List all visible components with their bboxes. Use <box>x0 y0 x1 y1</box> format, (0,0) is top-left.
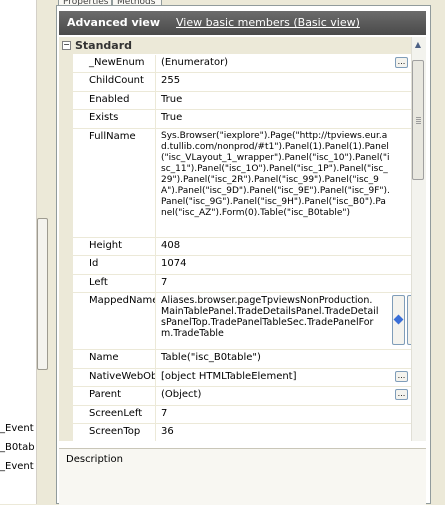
property-row-name[interactable]: Name Table("isc_B0table") <box>73 350 411 369</box>
property-value: True <box>161 94 183 105</box>
property-name: Left <box>73 275 156 292</box>
property-value: [object HTMLTableElement] <box>161 371 297 382</box>
property-value: True <box>161 112 183 123</box>
collapse-icon[interactable]: − <box>62 41 71 50</box>
property-name: Exists <box>73 110 156 128</box>
map-object-button[interactable] <box>392 295 405 345</box>
property-row-enabled[interactable]: Enabled True <box>73 92 411 110</box>
property-row-childcount[interactable]: ChildCount 255 <box>73 73 411 92</box>
category-row-standard[interactable]: − Standard <box>59 37 411 54</box>
property-row-parent[interactable]: Parent (Object) ... <box>73 387 411 406</box>
advanced-view-title: Advanced view <box>67 16 161 29</box>
property-value: Sys.Browser("iexplore").Page("http://tpv… <box>161 131 390 218</box>
property-row-nativewebobject[interactable]: NativeWebOb: [object HTMLTableElement] .… <box>73 369 411 387</box>
description-panel: Description <box>59 448 426 505</box>
property-name: ScreenTop <box>73 424 156 441</box>
left-panel: _Event _B0tab _Event <box>0 0 36 504</box>
property-row-mappedname[interactable]: MappedName Aliases.browser.pageTpviewsNo… <box>73 293 411 350</box>
property-value: (Enumerator) <box>161 57 229 68</box>
advanced-view-header: Advanced view View basic members (Basic … <box>59 11 426 35</box>
property-value: Aliases.browser.pageTpviewsNonProduction… <box>161 295 379 339</box>
property-value: 408 <box>161 240 181 251</box>
property-name: Enabled <box>73 92 156 109</box>
property-name: NativeWebOb: <box>73 369 156 386</box>
property-name: MappedName <box>73 293 156 349</box>
grid-gutter <box>59 54 73 441</box>
diamond-icon <box>393 314 404 325</box>
property-value: 36 <box>161 426 174 437</box>
property-row-id[interactable]: Id 1074 <box>73 256 411 275</box>
property-name: Parent <box>73 387 156 405</box>
property-value: Table("isc_B0table") <box>161 352 261 363</box>
property-name: Name <box>73 350 156 368</box>
grid-scrollbar-thumb[interactable] <box>412 60 424 180</box>
property-grid: − Standard _NewEnum (Enumerator) ... Chi… <box>59 37 411 441</box>
property-name: ScreenLeft <box>73 406 156 423</box>
property-row-height[interactable]: Height 408 <box>73 238 411 256</box>
property-row-fullname[interactable]: FullName Sys.Browser("iexplore").Page("h… <box>73 129 411 238</box>
category-label: Standard <box>75 39 133 52</box>
property-value: 255 <box>161 75 181 86</box>
property-row-screenleft[interactable]: ScreenLeft 7 <box>73 406 411 424</box>
left-text-line: _B0tab <box>0 442 35 453</box>
property-row-newenum[interactable]: _NewEnum (Enumerator) ... <box>73 55 411 73</box>
property-name: FullName <box>73 129 156 237</box>
description-label: Description <box>66 454 123 465</box>
window-edge <box>431 0 445 504</box>
property-row-exists[interactable]: Exists True <box>73 110 411 129</box>
property-name: _NewEnum <box>73 55 156 72</box>
property-name: Id <box>73 256 156 274</box>
ellipsis-button[interactable]: ... <box>395 371 408 382</box>
property-name: Height <box>73 238 156 255</box>
property-value: 7 <box>161 408 168 419</box>
property-value: (Object) <box>161 389 202 400</box>
property-value: 7 <box>161 277 168 288</box>
left-scrollbar-thumb[interactable] <box>37 218 48 370</box>
ellipsis-button[interactable]: ... <box>395 57 408 68</box>
property-row-left[interactable]: Left 7 <box>73 275 411 293</box>
left-text-line: _Event <box>0 423 34 434</box>
basic-view-link[interactable]: View basic members (Basic view) <box>176 16 360 29</box>
property-row-screentop[interactable]: ScreenTop 36 <box>73 424 411 441</box>
scroll-up-icon[interactable]: ▲ <box>412 40 424 54</box>
ellipsis-button[interactable]: ... <box>395 389 408 400</box>
property-value: 1074 <box>161 258 187 269</box>
left-text-line: _Event <box>0 461 34 472</box>
property-name: ChildCount <box>73 73 156 91</box>
